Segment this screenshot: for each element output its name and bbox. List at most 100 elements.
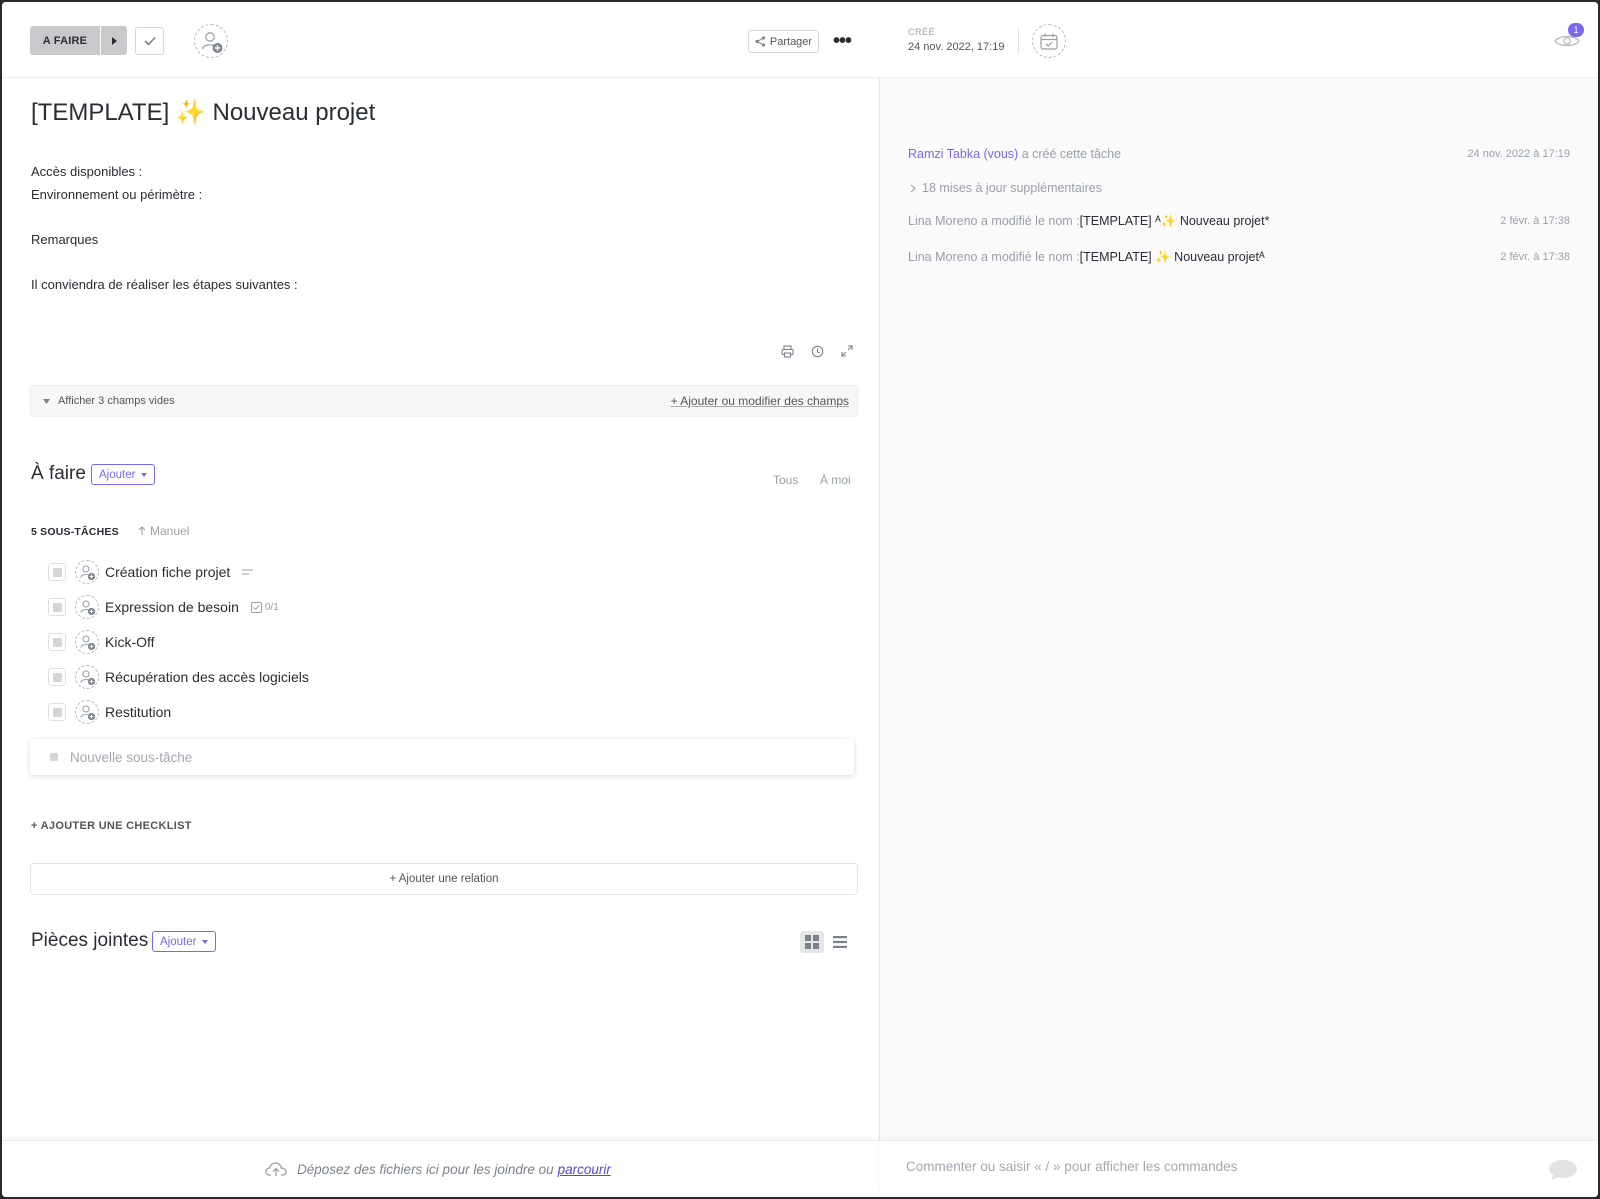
- more-updates-label: 18 mises à jour supplémentaires: [922, 181, 1102, 195]
- subtasks-count: 5 SOUS-TÂCHES: [31, 526, 119, 538]
- subtask-name[interactable]: Restitution: [105, 704, 171, 720]
- comment-input[interactable]: [906, 1159, 1506, 1174]
- comment-send-button[interactable]: [1548, 1159, 1578, 1181]
- next-status-button[interactable]: [101, 26, 127, 55]
- grid-view-button[interactable]: [800, 931, 824, 953]
- description-indicator: [242, 569, 254, 575]
- user-add-icon: [80, 670, 96, 686]
- subtask-row[interactable]: Expression de besoin 0/1: [48, 593, 279, 621]
- file-drop-text: Déposez des fichiers ici pour les joindr…: [297, 1161, 554, 1177]
- show-empty-fields-toggle[interactable]: Afficher 3 champs vides: [43, 395, 175, 407]
- subtask-row[interactable]: Création fiche projet: [48, 558, 254, 586]
- subtask-name[interactable]: Expression de besoin: [105, 599, 239, 615]
- subtask-assign-button[interactable]: [75, 630, 99, 654]
- subtask-row[interactable]: Kick-Off: [48, 628, 155, 656]
- activity-entry: Lina Moreno a modifié le nom :[TEMPLATE]…: [908, 214, 1570, 229]
- expand-icon[interactable]: [838, 342, 856, 360]
- task-title-prefix: [TEMPLATE]: [31, 99, 170, 126]
- filter-all[interactable]: Tous: [773, 473, 798, 487]
- description-line: Accès disponibles :: [31, 164, 143, 179]
- user-add-icon: [80, 705, 96, 721]
- task-description[interactable]: Accès disponibles : Environnement ou pér…: [31, 161, 298, 296]
- status-selector[interactable]: A FAIRE: [30, 26, 127, 55]
- activity-detail: [TEMPLATE] ᴬ✨ Nouveau projet*: [1079, 214, 1270, 228]
- task-main-pane: A FAIRE Partager ••• [TEMPLATE] ✨ Nouvea…: [2, 2, 880, 1197]
- chevron-right-icon: [910, 184, 916, 192]
- subtasks-sort[interactable]: Manuel: [138, 524, 189, 538]
- share-button[interactable]: Partager: [748, 30, 819, 53]
- subtask-assign-button[interactable]: [75, 595, 99, 619]
- subtask-status-checkbox[interactable]: [48, 668, 66, 686]
- browse-files-link[interactable]: parcourir: [558, 1162, 611, 1177]
- comment-composer: [880, 1140, 1598, 1197]
- user-add-icon: [80, 600, 96, 616]
- activity-user: Lina Moreno: [908, 250, 978, 264]
- new-subtask-input[interactable]: [70, 749, 770, 765]
- file-drop-message: Déposez des fichiers ici pour les joindr…: [265, 1161, 611, 1177]
- grid-icon: [805, 935, 819, 949]
- file-drop-zone[interactable]: Déposez des fichiers ici pour les joindr…: [2, 1140, 880, 1197]
- subtask-assign-button[interactable]: [75, 665, 99, 689]
- subtask-row[interactable]: Récupération des accès logiciels: [48, 663, 309, 691]
- watchers-count-badge: 1: [1568, 23, 1584, 37]
- add-relation-button[interactable]: + Ajouter une relation: [30, 863, 858, 895]
- attachments-view-toggle: [800, 931, 852, 953]
- activity-header: CRÉÉ 24 nov. 2022, 17:19 1: [880, 2, 1598, 78]
- subtask-row[interactable]: Restitution: [48, 698, 171, 726]
- created-label: CRÉÉ: [908, 27, 936, 37]
- custom-fields-bar: Afficher 3 champs vides + Ajouter ou mod…: [30, 385, 858, 417]
- speech-bubble-icon: [1549, 1160, 1577, 1180]
- activity-time: 2 févr. à 17:38: [1500, 215, 1570, 227]
- new-subtask-row: [30, 739, 854, 775]
- filter-me[interactable]: À moi: [820, 473, 851, 487]
- task-window: A FAIRE Partager ••• [TEMPLATE] ✨ Nouvea…: [2, 2, 1598, 1197]
- task-toolbar: A FAIRE Partager •••: [2, 2, 880, 78]
- more-updates-toggle[interactable]: 18 mises à jour supplémentaires: [910, 181, 1102, 195]
- description-line: Environnement ou périmètre :: [31, 186, 203, 202]
- attachments-add-label: Ajouter: [160, 935, 197, 948]
- task-title[interactable]: [TEMPLATE] ✨ Nouveau projet: [31, 98, 375, 127]
- caret-right-icon: [112, 36, 117, 45]
- activity-action: a créé cette tâche: [1021, 147, 1122, 161]
- caret-down-icon: [202, 939, 209, 944]
- subtask-name[interactable]: Récupération des accès logiciels: [105, 669, 309, 685]
- share-label: Partager: [769, 35, 813, 48]
- check-icon: [143, 36, 156, 46]
- history-icon[interactable]: [808, 342, 826, 360]
- share-icon: [755, 36, 765, 47]
- caret-down-icon: [43, 398, 50, 404]
- subtask-status-checkbox[interactable]: [48, 703, 66, 721]
- due-date-button[interactable]: [1032, 24, 1066, 58]
- description-line: [31, 206, 298, 229]
- activity-user: Lina Moreno: [908, 214, 978, 228]
- more-options-button[interactable]: •••: [830, 30, 854, 52]
- activity-entry: Lina Moreno a modifié le nom :[TEMPLATE]…: [908, 250, 1570, 265]
- todo-add-dropdown[interactable]: Ajouter: [91, 464, 156, 485]
- subtask-status-checkbox[interactable]: [48, 563, 66, 581]
- sort-label: Manuel: [150, 524, 190, 538]
- description-line: [31, 251, 298, 274]
- subtask-assign-button[interactable]: [75, 700, 99, 724]
- list-view-button[interactable]: [828, 931, 852, 953]
- activity-detail: [TEMPLATE] ✨ Nouveau projetᴬ: [1079, 250, 1265, 264]
- subtask-status-checkbox[interactable]: [48, 633, 66, 651]
- task-title-emoji: ✨: [175, 99, 206, 126]
- description-tools: [778, 342, 856, 360]
- status-label[interactable]: A FAIRE: [30, 26, 100, 55]
- attachments-add-dropdown[interactable]: Ajouter: [152, 931, 217, 952]
- description-line: Remarques: [31, 231, 99, 247]
- complete-button[interactable]: [135, 27, 164, 55]
- subtask-name[interactable]: Kick-Off: [105, 634, 155, 650]
- add-checklist-button[interactable]: + AJOUTER UNE CHECKLIST: [31, 820, 192, 832]
- checklist-indicator: 0/1: [250, 601, 279, 613]
- arrow-up-icon: [138, 526, 146, 535]
- list-icon: [833, 936, 847, 948]
- print-icon[interactable]: [778, 342, 796, 360]
- subtask-status-checkbox[interactable]: [48, 598, 66, 616]
- subtask-name[interactable]: Création fiche projet: [105, 564, 230, 580]
- activity-user[interactable]: Ramzi Tabka (vous): [908, 147, 1018, 161]
- show-empty-fields-label: Afficher 3 champs vides: [58, 395, 175, 407]
- edit-fields-link[interactable]: + Ajouter ou modifier des champs: [671, 394, 849, 408]
- add-assignee-button[interactable]: [194, 24, 228, 58]
- subtask-assign-button[interactable]: [75, 560, 99, 584]
